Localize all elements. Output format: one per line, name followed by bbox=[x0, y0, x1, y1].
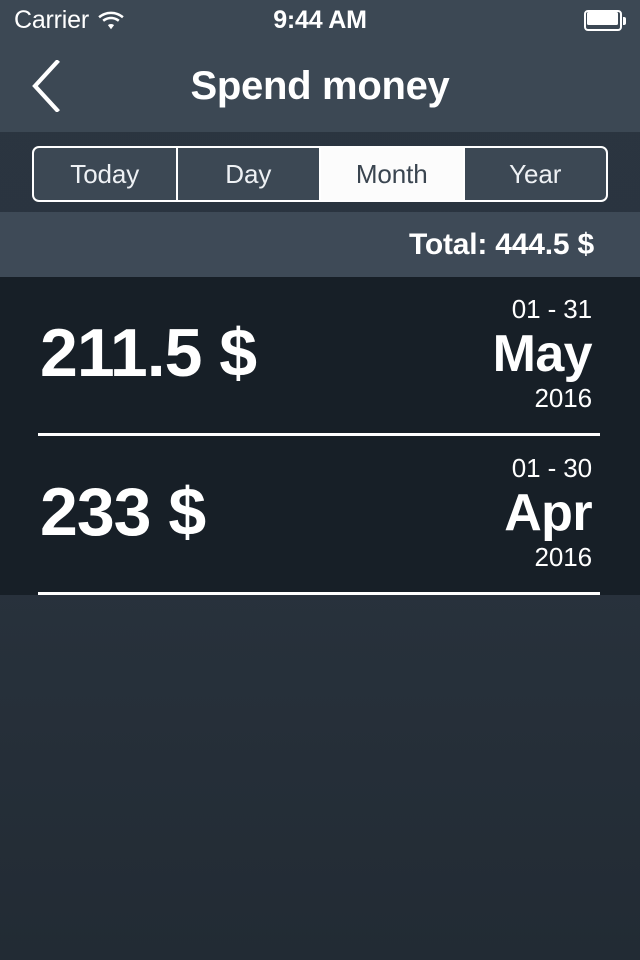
table-row[interactable]: 211.5 $ 01 - 31 May 2016 bbox=[0, 277, 640, 436]
battery-level bbox=[587, 12, 618, 25]
total-amount-label: Total: 444.5 $ bbox=[409, 228, 594, 262]
battery-full-icon bbox=[584, 10, 626, 31]
segment-month[interactable]: Month bbox=[321, 148, 465, 200]
row-divider bbox=[38, 592, 600, 595]
row-date-month: May bbox=[493, 325, 592, 383]
table-row[interactable]: 233 $ 01 - 30 Apr 2016 bbox=[0, 436, 640, 595]
row-amount: 233 $ bbox=[40, 478, 205, 546]
row-date-year: 2016 bbox=[535, 542, 592, 573]
row-date-month: Apr bbox=[504, 484, 592, 542]
row-date-group: 01 - 31 May 2016 bbox=[493, 277, 592, 436]
segment-year[interactable]: Year bbox=[465, 148, 607, 200]
row-amount: 211.5 $ bbox=[40, 319, 256, 387]
navigation-bar: Spend money bbox=[0, 40, 640, 132]
page-title: Spend money bbox=[0, 40, 640, 132]
spend-list[interactable]: 211.5 $ 01 - 31 May 2016 233 $ 01 - 30 A… bbox=[0, 277, 640, 595]
chevron-left-icon bbox=[31, 60, 61, 112]
segment-day[interactable]: Day bbox=[178, 148, 322, 200]
row-date-group: 01 - 30 Apr 2016 bbox=[504, 436, 592, 595]
segment-today[interactable]: Today bbox=[34, 148, 178, 200]
row-date-range: 01 - 30 bbox=[512, 453, 592, 484]
period-segmented-control[interactable]: Today Day Month Year bbox=[32, 146, 608, 202]
status-bar: Carrier 9:44 AM bbox=[0, 0, 640, 40]
row-date-year: 2016 bbox=[535, 383, 592, 414]
total-bar: Total: 444.5 $ bbox=[0, 212, 640, 277]
back-button[interactable] bbox=[20, 57, 72, 115]
status-bar-time: 9:44 AM bbox=[0, 6, 640, 35]
battery-cap bbox=[623, 17, 626, 25]
row-date-range: 01 - 31 bbox=[512, 294, 592, 325]
status-bar-right bbox=[584, 0, 626, 40]
